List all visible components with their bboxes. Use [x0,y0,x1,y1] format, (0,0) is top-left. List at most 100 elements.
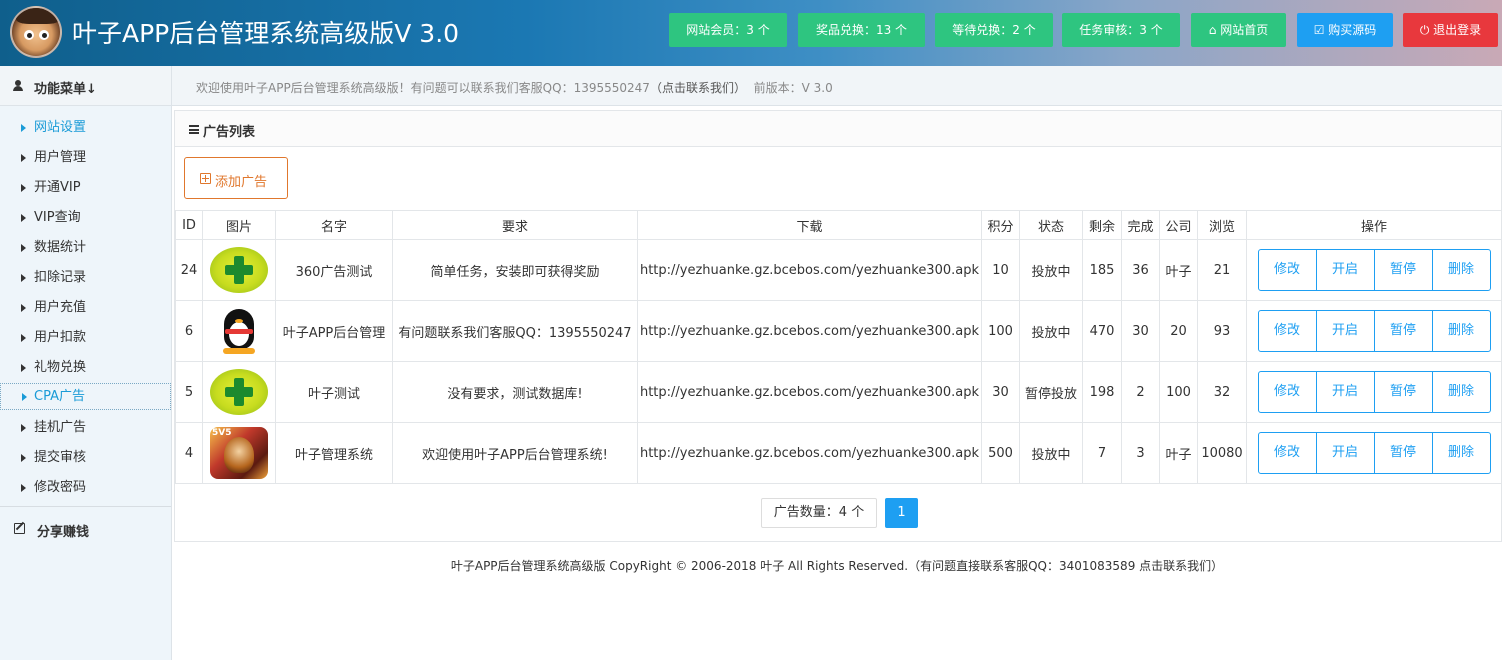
cell-remaining: 198 [1082,361,1122,423]
caret-right-icon [21,214,26,222]
logout-button[interactable]: ⏻ 退出登录 [1403,13,1498,47]
stat-pending-button[interactable]: 等待兑换：2 个 [935,13,1053,47]
cell-download: http://yezhuanke.gz.bcebos.com/yezhuanke… [637,300,982,362]
sidebar-item-deductions[interactable]: 扣除记录 [0,264,171,292]
footer: 叶子APP后台管理系统高级版 CopyRight © 2006-2018 叶子 … [450,559,1224,573]
edit-button[interactable]: 修改 [1257,310,1317,352]
col-header: 状态 [1019,210,1083,240]
delete-button[interactable]: 删除 [1431,249,1491,291]
cell-completed: 3 [1121,422,1160,484]
power-icon: ⏻ [1419,23,1430,37]
sidebar-item-stats[interactable]: 数据统计 [0,234,171,262]
menu-head-title: 功能菜单↓ [34,82,97,97]
pause-button[interactable]: 暂停 [1373,249,1433,291]
start-button[interactable]: 开启 [1315,249,1375,291]
caret-right-icon [21,364,26,372]
cell-actions: 修改 开启 暂停 删除 [1246,422,1502,484]
edit-icon [14,523,25,534]
cell-views: 93 [1197,300,1247,362]
cell-completed: 2 [1121,361,1160,423]
cell-completed: 30 [1121,300,1160,362]
page-1-button[interactable]: 1 [885,498,918,528]
sidebar-item-users[interactable]: 用户管理 [0,144,171,172]
360-icon [210,369,268,415]
add-ad-button[interactable]: 添加广告 [184,157,288,199]
notice-bar: 欢迎使用叶子APP后台管理系统高级版！有问题可以联系我们客服QQ：1395550… [172,66,1502,106]
col-header: ID [175,210,203,240]
start-button[interactable]: 开启 [1315,310,1375,352]
qq-penguin-icon [210,305,268,357]
cell-requirement: 没有要求，测试数据库! [392,361,638,423]
home-button[interactable]: ⌂ 网站首页 [1191,13,1286,47]
360-icon [210,247,268,293]
game-5v5-icon: 5V5 [210,427,268,479]
sidebar-item-password[interactable]: 修改密码 [0,474,171,502]
top-header: 叶子APP后台管理系统高级版V 3.0 网站会员：3 个 奖品兑换：13 个 等… [0,0,1502,66]
cell-download: http://yezhuanke.gz.bcebos.com/yezhuanke… [637,361,982,423]
cell-points: 10 [981,239,1020,301]
delete-button[interactable]: 删除 [1431,371,1491,413]
pause-button[interactable]: 暂停 [1373,432,1433,474]
sidebar-item-site-settings[interactable]: 网站设置 [0,114,171,142]
cell-status: 投放中 [1019,422,1083,484]
cell-name: 360广告测试 [275,239,393,301]
cell-company: 叶子 [1159,422,1198,484]
cell-requirement: 欢迎使用叶子APP后台管理系统! [392,422,638,484]
pause-button[interactable]: 暂停 [1373,310,1433,352]
cell-points: 30 [981,361,1020,423]
sidebar-item-vip-query[interactable]: VIP查询 [0,204,171,232]
cell-status: 暂停投放 [1019,361,1083,423]
sidebar-item-open-vip[interactable]: 开通VIP [0,174,171,202]
pause-button[interactable]: 暂停 [1373,371,1433,413]
table-row: 24 360广告测试 简单任务，安装即可获得奖励 http://yezhuank… [175,239,1502,301]
stat-tasks-button[interactable]: 任务审核：3 个 [1062,13,1180,47]
sidebar-item-cpa-ads[interactable]: CPA广告 [0,383,171,410]
col-header: 积分 [981,210,1020,240]
edit-button[interactable]: 修改 [1257,432,1317,474]
check-square-icon: ☑ [1313,23,1325,37]
start-button[interactable]: 开启 [1315,432,1375,474]
cell-actions: 修改 开启 暂停 删除 [1246,239,1502,301]
cell-actions: 修改 开启 暂停 删除 [1246,361,1502,423]
delete-button[interactable]: 删除 [1431,310,1491,352]
contact-link[interactable]: （点击联系我们） [650,81,746,95]
cell-company: 叶子 [1159,239,1198,301]
cell-views: 32 [1197,361,1247,423]
col-header: 浏览 [1197,210,1247,240]
cell-completed: 36 [1121,239,1160,301]
notice-message: 欢迎使用叶子APP后台管理系统高级版！有问题可以联系我们客服QQ：1395550… [196,81,833,95]
cell-id: 5 [175,361,203,423]
sidebar-item-share[interactable]: 分享赚钱 [0,518,171,540]
col-header: 剩余 [1082,210,1122,240]
plus-square-icon [200,173,211,184]
sidebar-item-gifts[interactable]: 礼物兑换 [0,354,171,382]
home-icon: ⌂ [1208,23,1217,37]
cell-remaining: 7 [1082,422,1122,484]
col-header: 图片 [202,210,276,240]
cell-name: 叶子测试 [275,361,393,423]
sidebar-item-recharge[interactable]: 用户充值 [0,294,171,322]
caret-right-icon [21,154,26,162]
caret-right-icon [21,484,26,492]
cell-points: 500 [981,422,1020,484]
cell-id: 4 [175,422,203,484]
stat-prizes-button[interactable]: 奖品兑换：13 个 [798,13,925,47]
caret-right-icon [21,424,26,432]
sidebar-item-charge[interactable]: 用户扣款 [0,324,171,352]
caret-right-icon [21,124,26,132]
cell-requirement: 简单任务，安装即可获得奖励 [392,239,638,301]
sidebar-item-idle-ads[interactable]: 挂机广告 [0,414,171,442]
edit-button[interactable]: 修改 [1257,371,1317,413]
sidebar-item-review[interactable]: 提交审核 [0,444,171,472]
sidebar-divider [0,506,171,507]
caret-right-icon [21,304,26,312]
col-header: 操作 [1246,210,1502,240]
start-button[interactable]: 开启 [1315,371,1375,413]
cell-remaining: 470 [1082,300,1122,362]
buy-source-button[interactable]: ☑ 购买源码 [1297,13,1393,47]
edit-button[interactable]: 修改 [1257,249,1317,291]
stat-members-button[interactable]: 网站会员：3 个 [669,13,787,47]
sidebar: 网站设置 用户管理 开通VIP VIP查询 数据统计 扣除记录 用户充值 用户扣… [0,106,172,660]
delete-button[interactable]: 删除 [1431,432,1491,474]
table-header-row: ID 图片 名字 要求 下载 积分 状态 剩余 完成 公司 浏览 操作 [175,210,1502,240]
